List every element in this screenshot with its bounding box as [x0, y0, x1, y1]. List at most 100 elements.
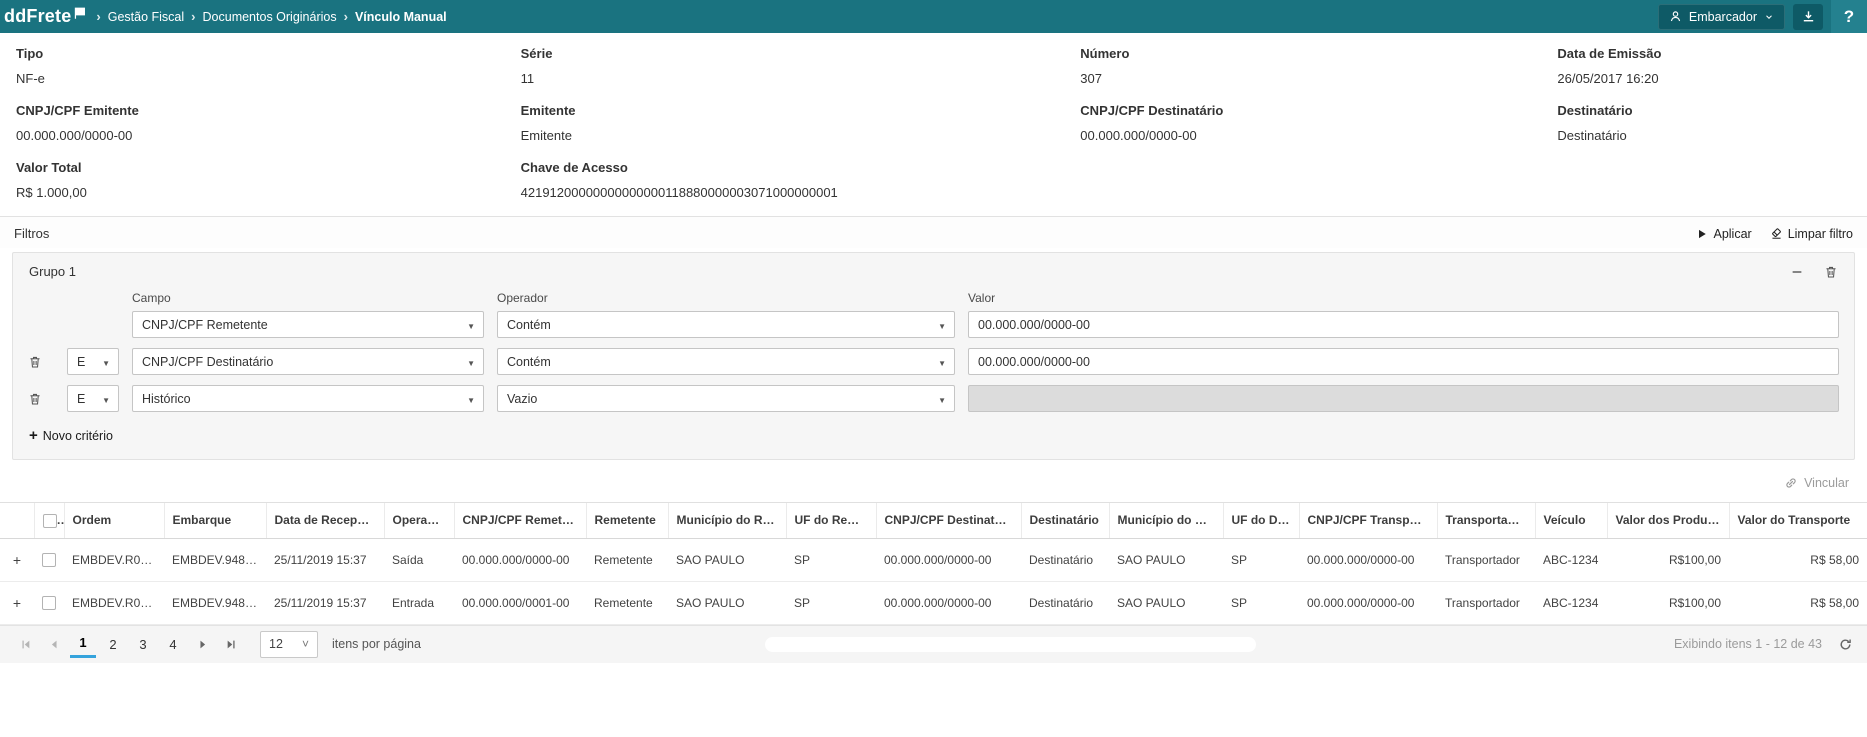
delete-criterion-button[interactable]	[28, 392, 54, 406]
download-icon	[1801, 9, 1816, 24]
logic-select[interactable]: E	[67, 385, 119, 412]
cell-cnpj-cpf-transportador: 00.000.000/0000-00	[1299, 538, 1437, 581]
last-page-button[interactable]	[218, 632, 242, 656]
cell-cnpj-cpf-transportador: 00.000.000/0000-00	[1299, 581, 1437, 624]
col-header-remetente[interactable]: Remetente	[586, 503, 668, 539]
apply-filter-button[interactable]: Aplicar	[1696, 227, 1751, 241]
col-header-valor-dos-produtos[interactable]: Valor dos Produtos	[1607, 503, 1729, 539]
operator-select[interactable]: Contém	[497, 348, 955, 375]
cell-ordem: EMBDEV.R02_13	[64, 581, 164, 624]
row-checkbox[interactable]	[42, 553, 56, 567]
row-select-cell	[34, 538, 64, 581]
filter-value-input[interactable]	[968, 311, 1839, 338]
brand-logo[interactable]: ddFrete	[2, 6, 96, 27]
row-select-cell	[34, 581, 64, 624]
delete-group-button[interactable]	[1824, 265, 1838, 279]
field-label: Série	[521, 46, 1081, 61]
flag-icon	[73, 7, 86, 20]
col-header-transportador[interactable]: Transportador	[1437, 503, 1535, 539]
filter-value-input[interactable]	[968, 348, 1839, 375]
trash-icon	[28, 355, 54, 369]
col-header-expand	[0, 503, 34, 539]
row-checkbox[interactable]	[42, 596, 56, 610]
page-button-1[interactable]: 1	[70, 631, 96, 658]
select-all-checkbox[interactable]	[43, 514, 57, 528]
filter-value-input-disabled	[968, 385, 1839, 412]
col-header-cnpj-cpf-transportador[interactable]: CNPJ/CPF Transpor...	[1299, 503, 1437, 539]
page-size-select[interactable]: 12	[260, 631, 318, 658]
col-header-embarque[interactable]: Embarque	[164, 503, 266, 539]
cell-embarque: EMBDEV.94877	[164, 581, 266, 624]
cell-cnpj-cpf-remetente: 00.000.000/0000-00	[454, 538, 586, 581]
field-label: Chave de Acesso	[521, 160, 1851, 175]
cell-operacao: Saída	[384, 538, 454, 581]
col-header-ordem[interactable]: Ordem	[64, 503, 164, 539]
download-button[interactable]	[1793, 4, 1823, 30]
dropdown-caret-icon	[302, 637, 309, 651]
field-select[interactable]: CNPJ/CPF Remetente	[132, 311, 484, 338]
expand-row-button[interactable]: +	[0, 581, 34, 624]
logic-select[interactable]: E	[67, 348, 119, 375]
field-select-value: CNPJ/CPF Destinatário	[142, 355, 273, 369]
col-header-operacao[interactable]: Operação	[384, 503, 454, 539]
delete-criterion-button[interactable]	[28, 355, 54, 369]
pagination-bar: 1 2 3 4 12 itens por página Exibindo ite…	[0, 625, 1867, 663]
page-button-4[interactable]: 4	[160, 631, 186, 658]
field-value: Emitente	[521, 128, 1081, 143]
help-label: ?	[1844, 7, 1854, 26]
collapse-group-button[interactable]	[1790, 265, 1804, 279]
field-value: 00.000.000/0000-00	[16, 128, 521, 143]
field-label: Valor Total	[16, 160, 521, 175]
field-select[interactable]: CNPJ/CPF Destinatário	[132, 348, 484, 375]
clear-filter-button[interactable]: Limpar filtro	[1770, 227, 1853, 241]
col-header-uf-do-destinatario[interactable]: UF do De...	[1223, 503, 1299, 539]
field-select[interactable]: Histórico	[132, 385, 484, 412]
field-select-value: CNPJ/CPF Remetente	[142, 318, 268, 332]
col-header-municipio-do-destinatario[interactable]: Município do De...	[1109, 503, 1223, 539]
new-criterion-button[interactable]: Novo critério	[29, 428, 113, 443]
first-page-button[interactable]	[14, 632, 38, 656]
operator-select[interactable]: Contém	[497, 311, 955, 338]
breadcrumb-vinculo-manual[interactable]: Vínculo Manual	[355, 10, 447, 24]
next-page-button[interactable]	[190, 632, 214, 656]
col-header-municipio-do-remetente[interactable]: Município do Re...	[668, 503, 786, 539]
col-header-cnpj-cpf-remetente[interactable]: CNPJ/CPF Remetente	[454, 503, 586, 539]
operator-select[interactable]: Vazio	[497, 385, 955, 412]
eraser-icon	[1770, 227, 1783, 240]
refresh-icon[interactable]	[1838, 637, 1853, 652]
field-value: 00.000.000/0000-00	[1080, 128, 1557, 143]
cell-uf-do-remetente: SP	[786, 581, 876, 624]
breadcrumb-documentos-originarios[interactable]: Documentos Originários	[203, 10, 337, 24]
filter-group-title: Grupo 1	[29, 264, 76, 279]
cell-veiculo: ABC-1234	[1535, 538, 1607, 581]
criterion-row: CNPJ/CPF Remetente Contém	[13, 311, 1854, 338]
help-button[interactable]: ?	[1831, 0, 1867, 33]
previous-page-button[interactable]	[42, 632, 66, 656]
expand-row-button[interactable]: +	[0, 538, 34, 581]
cell-data-de-recepcao: 25/11/2019 15:37	[266, 581, 384, 624]
page-button-3[interactable]: 3	[130, 631, 156, 658]
cell-valor-dos-produtos: R$100,00	[1607, 538, 1729, 581]
col-header-data-de-recepcao[interactable]: Data de Recepção	[266, 503, 384, 539]
breadcrumb-gestao-fiscal[interactable]: Gestão Fiscal	[108, 10, 184, 24]
embarcador-menu-button[interactable]: Embarcador	[1658, 4, 1785, 30]
topbar-actions: Embarcador ?	[1658, 0, 1867, 33]
col-header-uf-do-remetente[interactable]: UF do Rem...	[786, 503, 876, 539]
dropdown-caret-icon	[938, 392, 946, 406]
col-header-destinatario[interactable]: Destinatário	[1021, 503, 1109, 539]
horizontal-scrollbar-thumb[interactable]	[765, 637, 1256, 652]
page-button-2[interactable]: 2	[100, 631, 126, 658]
field-value: R$ 1.000,00	[16, 185, 521, 200]
breadcrumb-separator-icon	[191, 9, 195, 24]
vincular-button[interactable]: Vincular	[1784, 476, 1849, 490]
cell-municipio-do-destinatario: SAO PAULO	[1109, 538, 1223, 581]
col-header-cnpj-cpf-destinatario[interactable]: CNPJ/CPF Destinatário	[876, 503, 1021, 539]
col-header-veiculo[interactable]: Veículo	[1535, 503, 1607, 539]
field-label: Tipo	[16, 46, 521, 61]
field-cnpj-destinatario: CNPJ/CPF Destinatário 00.000.000/0000-00	[1080, 103, 1557, 143]
field-tipo: Tipo NF-e	[16, 46, 521, 86]
cell-operacao: Entrada	[384, 581, 454, 624]
cell-veiculo: ABC-1234	[1535, 581, 1607, 624]
col-header-valor-do-transporte[interactable]: Valor do Transporte	[1729, 503, 1867, 539]
dropdown-caret-icon	[467, 392, 475, 406]
